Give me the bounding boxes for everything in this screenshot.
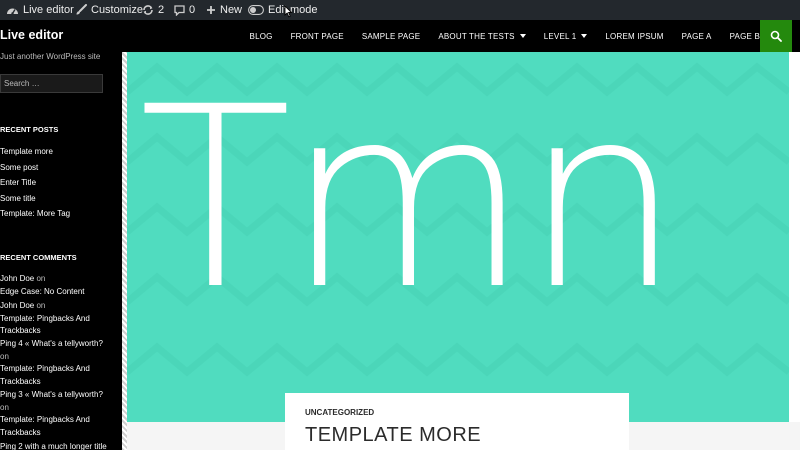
wordpress-dashboard-icon [7,8,18,15]
admin-bar-customize[interactable]: Customize [75,0,143,20]
comment-author[interactable]: John Doe [0,301,34,310]
recent-comment: Ping 3 « What's a tellyworth? on Templat… [0,389,122,439]
nav-item-label: LOREM IPSUM [605,31,664,41]
recent-post-link[interactable]: Template: More Tag [0,209,70,218]
comment-post-link[interactable]: Template: Pingbacks And Trackbacks [0,414,90,439]
admin-bar-site[interactable]: Live editor [6,0,74,20]
nav-item-label: PAGE A [681,31,712,41]
header-search-button[interactable] [760,20,792,52]
comment-author[interactable]: John Doe [0,274,34,283]
search-icon [770,30,782,42]
comment-post-link[interactable]: Edge Case: No Content [0,287,85,296]
nav-item-label: PAGE B [729,31,760,41]
primary-navigation: BLOG FRONT PAGE SAMPLE PAGE ABOUT THE TE… [232,20,760,52]
site-header: Live editor BLOG FRONT PAGE SAMPLE PAGE … [0,20,800,52]
updates-icon [143,5,153,15]
comment-on-label: on [36,274,46,283]
recent-post-link[interactable]: Some title [0,194,36,203]
nav-item-label: LEVEL 1 [543,31,577,41]
nav-item-sample-page[interactable]: SAMPLE PAGE [362,32,421,41]
recent-comment: John Doe on Edge Case: No Content [0,273,122,298]
recent-posts-title: RECENT POSTS [0,125,59,134]
recent-comment: John Doe on Template: Pingbacks And Trac… [0,300,122,338]
admin-bar-site-label: Live editor [23,4,74,16]
comment-author[interactable]: Ping 4 « What's a tellyworth? [0,339,103,348]
page-right-margin [789,52,800,422]
nav-item-label: BLOG [249,31,273,41]
nav-item-label: FRONT PAGE [290,31,344,41]
recent-comment: Ping 2 with a much longer title [0,441,122,450]
recent-comment: Ping 4 « What's a tellyworth? on Templat… [0,338,122,388]
recent-post-link[interactable]: Template more [0,147,53,156]
nav-item-level-1[interactable]: LEVEL 1 [544,32,588,41]
nav-item-label: SAMPLE PAGE [361,31,421,41]
comment-post-link[interactable]: Template: Pingbacks And Trackbacks [0,363,90,388]
admin-bar-comments[interactable]: 0 [174,0,195,20]
nav-item-about-the-tests[interactable]: ABOUT THE TESTS [438,31,526,41]
nav-item-page-a[interactable]: PAGE A [682,32,712,41]
post-title[interactable]: TEMPLATE MORE [305,424,481,447]
comment-author[interactable]: Ping 3 « What's a tellyworth? [0,390,103,399]
comment-on-label: on [36,301,46,310]
post-header: UNCATEGORIZED TEMPLATE MORE [285,393,629,450]
site-title[interactable]: Live editor [0,28,63,42]
site-tagline: Just another WordPress site [0,52,101,61]
comment-on-label: on [0,402,9,412]
comment-author[interactable]: Ping 2 with a much longer title [0,442,107,450]
mouse-pointer-icon [284,5,293,18]
caret-down-icon [581,34,588,38]
toggle-switch-icon[interactable] [248,5,264,15]
admin-bar-comments-count: 0 [189,4,196,16]
admin-bar-customize-label: Customize [91,4,143,16]
nav-item-blog[interactable]: BLOG [250,32,273,41]
post-category-link[interactable]: UNCATEGORIZED [305,408,374,417]
admin-bar-edit-mode[interactable]: Edit mode [248,0,318,20]
plus-icon [207,6,215,14]
admin-bar-new-label: New [220,4,243,16]
comment-on-label: on [0,351,9,361]
caret-down-icon [519,34,526,38]
nav-item-front-page[interactable]: FRONT PAGE [291,32,344,41]
admin-bar-new[interactable]: New [206,0,242,20]
nav-item-page-b[interactable]: PAGE B [730,32,760,41]
nav-item-lorem-ipsum[interactable]: LOREM IPSUM [605,32,663,41]
recent-post-link[interactable]: Enter Title [0,178,36,187]
nav-item-label: ABOUT THE TESTS [438,31,515,41]
brush-icon [76,4,87,15]
admin-bar-updates[interactable]: 2 [142,0,164,20]
comment-bubble-icon [174,4,185,16]
recent-post-link[interactable]: Some post [0,163,38,172]
admin-bar-updates-count: 2 [158,4,165,16]
comment-post-link[interactable]: Template: Pingbacks And Trackbacks [0,313,90,338]
admin-bar: Live editor Customize 2 0 New Edit mode [0,0,800,20]
sidebar-search-input[interactable] [0,74,103,93]
sidebar: Just another WordPress site RECENT POSTS… [0,52,122,450]
recent-comments-title: RECENT COMMENTS [0,253,77,262]
featured-image-text: Tmn [139,53,682,344]
featured-image[interactable]: Tmn [127,52,789,422]
